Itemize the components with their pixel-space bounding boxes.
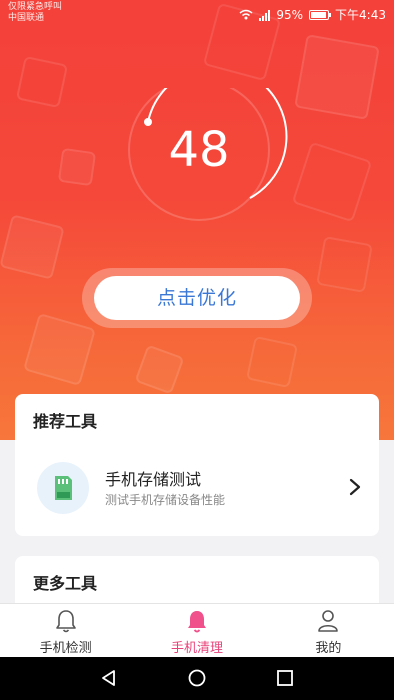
decor-square	[134, 344, 185, 395]
recommended-title: 推荐工具	[33, 412, 98, 431]
tab-mine[interactable]: 我的	[263, 604, 394, 658]
status-right: 95% 下午4:43	[239, 6, 386, 23]
more-tools-title: 更多工具	[33, 574, 98, 593]
tool-item-storage-test[interactable]: 手机存储测试 测试手机存储设备性能	[15, 444, 379, 530]
score-value: 48	[168, 122, 230, 178]
bell-filled-icon	[187, 611, 206, 633]
decor-square	[294, 34, 380, 120]
tab-phone-clean[interactable]: 手机清理	[131, 604, 262, 658]
tool-description: 测试手机存储设备性能	[105, 493, 226, 507]
decor-square	[23, 313, 96, 386]
score-ring: 48	[104, 88, 294, 278]
battery-icon	[309, 9, 332, 20]
person-icon	[318, 610, 339, 632]
carrier-line2: 中国联通	[8, 13, 45, 23]
status-bar: 仅限紧急呼叫 中国联通 95% 下午4:43	[0, 0, 394, 28]
carrier-line1: 仅限紧急呼叫	[8, 2, 63, 12]
tab-phone-check[interactable]: 手机检测	[0, 604, 131, 658]
decor-square	[291, 141, 373, 223]
sd-card-icon	[55, 476, 72, 500]
home-circle-icon[interactable]	[188, 669, 206, 687]
decor-square	[57, 147, 97, 187]
tool-name: 手机存储测试	[105, 470, 202, 489]
decor-square	[15, 55, 69, 109]
back-triangle-icon[interactable]	[100, 669, 118, 687]
tab-label: 手机检测	[39, 641, 92, 656]
recent-square-icon[interactable]	[276, 669, 294, 687]
signal-icon	[259, 9, 271, 21]
system-nav-bar	[0, 657, 394, 700]
recommended-tools-card: 推荐工具 手机存储测试 测试手机存储设备性能	[15, 394, 379, 536]
tab-label: 我的	[315, 641, 342, 656]
carrier-info: 仅限紧急呼叫 中国联通	[8, 2, 62, 24]
decor-square	[316, 236, 373, 293]
optimize-button[interactable]: 点击优化	[94, 276, 300, 320]
decor-square	[245, 335, 299, 389]
clock: 下午4:43	[335, 8, 386, 22]
tool-icon-bg	[37, 462, 89, 514]
battery-percent: 95%	[276, 7, 304, 22]
tab-label: 手机清理	[170, 641, 223, 656]
decor-square	[0, 214, 65, 280]
chevron-right-icon	[349, 478, 361, 496]
wifi-icon	[239, 9, 253, 20]
bottom-tab-bar: 手机检测 手机清理 我的	[0, 603, 394, 658]
bell-outline-icon	[55, 610, 76, 633]
